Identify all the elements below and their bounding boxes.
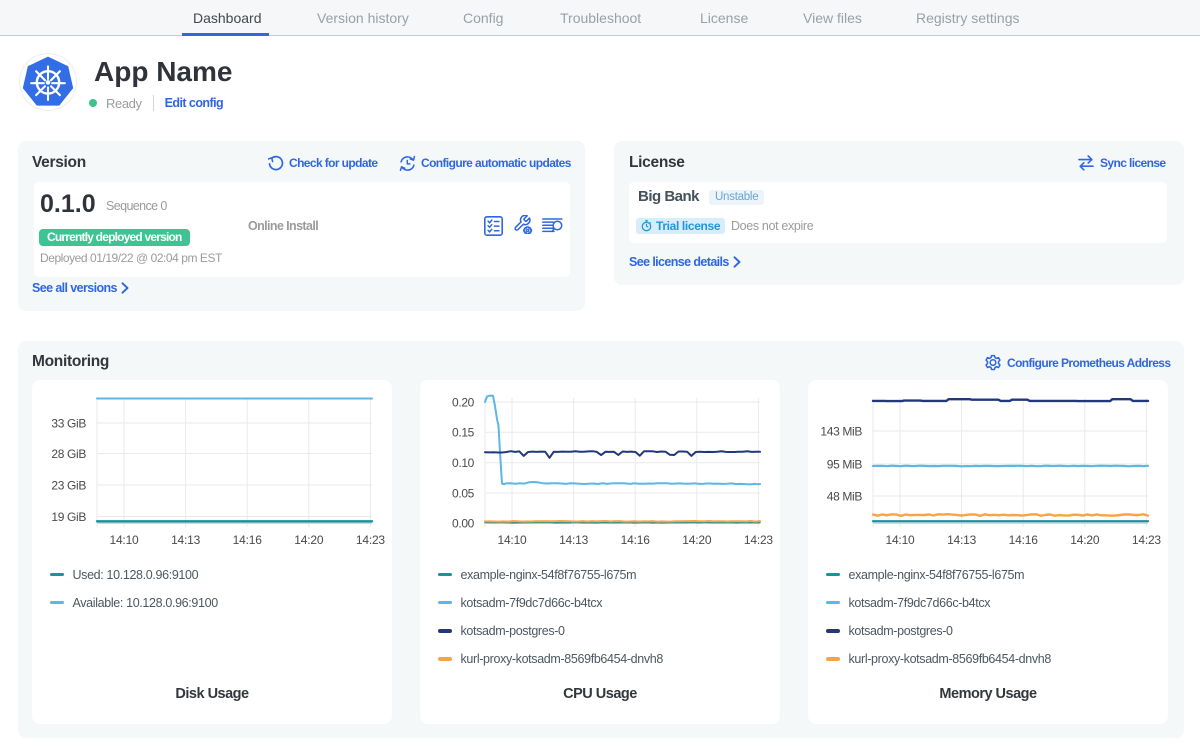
svg-text:95 MiB: 95 MiB — [827, 457, 863, 471]
svg-text:0.20: 0.20 — [452, 395, 475, 409]
svg-text:14:16: 14:16 — [233, 533, 263, 547]
svg-text:0.00: 0.00 — [452, 516, 475, 530]
svg-text:0.05: 0.05 — [452, 486, 475, 500]
svg-text:0.10: 0.10 — [452, 456, 475, 470]
svg-text:33 GiB: 33 GiB — [51, 416, 86, 430]
svg-text:28 GiB: 28 GiB — [51, 447, 86, 461]
svg-text:14:16: 14:16 — [621, 533, 651, 547]
svg-text:14:23: 14:23 — [744, 533, 774, 547]
svg-text:14:16: 14:16 — [1009, 533, 1039, 547]
svg-text:48 MiB: 48 MiB — [827, 489, 863, 503]
svg-text:143 MiB: 143 MiB — [820, 424, 862, 438]
svg-text:14:10: 14:10 — [109, 533, 139, 547]
svg-text:14:13: 14:13 — [171, 533, 201, 547]
svg-text:14:10: 14:10 — [885, 533, 915, 547]
svg-text:19 GiB: 19 GiB — [51, 510, 86, 524]
svg-text:14:23: 14:23 — [356, 533, 386, 547]
svg-text:14:23: 14:23 — [1132, 533, 1162, 547]
svg-text:23 GiB: 23 GiB — [51, 478, 86, 492]
svg-text:0.15: 0.15 — [452, 426, 475, 440]
svg-text:14:10: 14:10 — [497, 533, 527, 547]
svg-text:14:20: 14:20 — [682, 533, 712, 547]
svg-text:14:13: 14:13 — [947, 533, 977, 547]
svg-text:14:20: 14:20 — [1070, 533, 1100, 547]
svg-text:14:13: 14:13 — [559, 533, 589, 547]
svg-text:14:20: 14:20 — [294, 533, 324, 547]
